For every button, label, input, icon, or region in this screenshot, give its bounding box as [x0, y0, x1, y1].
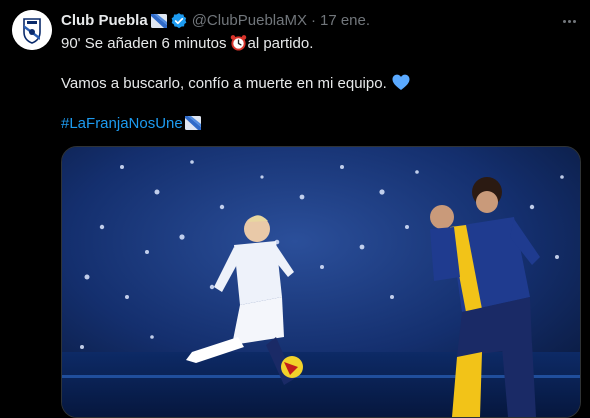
tweet-text-line-2: Vamos a buscarlo, confío a muerte en mi …: [61, 74, 561, 94]
separator-dot: ·: [310, 12, 316, 29]
tweet-text-minutes: 90' Se añaden 6 minutos: [61, 35, 227, 52]
tweet[interactable]: Club Puebla @ClubPueblaMX · 17 ene. 90' …: [0, 0, 590, 418]
tweet-header: Club Puebla @ClubPueblaMX · 17 ene.: [61, 11, 370, 31]
match-photo-image: [62, 147, 580, 417]
tweet-text-line-1: 90' Se añaden 6 minutos al partido.: [61, 34, 561, 54]
club-puebla-crest-icon: [12, 10, 52, 50]
alarm-clock-icon: [230, 34, 247, 51]
author-name[interactable]: Club Puebla: [61, 11, 148, 31]
hashtag-link[interactable]: #LaFranjaNosUne: [61, 115, 183, 132]
tweet-hashtag-line: #LaFranjaNosUne: [61, 114, 561, 134]
tweet-media-photo[interactable]: [61, 146, 581, 418]
author-handle[interactable]: @ClubPueblaMX: [192, 11, 307, 31]
puebla-flag-icon: [184, 115, 201, 131]
more-options-button[interactable]: [558, 10, 580, 32]
tweet-text-suffix: al partido.: [247, 35, 314, 52]
puebla-flag-icon: [150, 13, 167, 29]
more-dot-icon: [567, 19, 571, 23]
more-dot-icon: [562, 19, 566, 23]
tweet-timestamp[interactable]: 17 ene.: [320, 11, 370, 31]
avatar[interactable]: [12, 10, 52, 50]
blue-heart-icon: [392, 74, 410, 91]
more-dot-icon: [572, 19, 576, 23]
tweet-text-support: Vamos a buscarlo, confío a muerte en mi …: [61, 75, 387, 92]
verified-badge-icon: [170, 12, 188, 30]
